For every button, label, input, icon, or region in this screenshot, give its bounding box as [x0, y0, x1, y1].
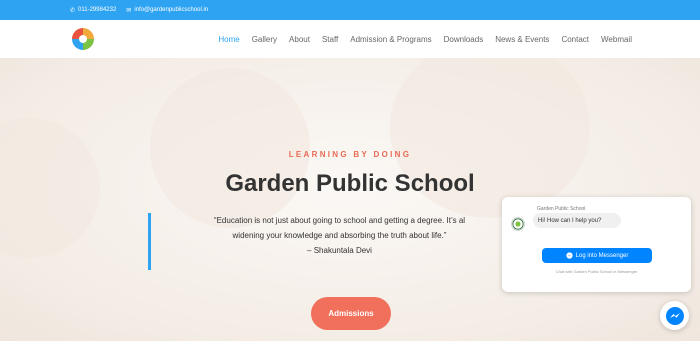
quote-line-1: “Education is not just about going to sc… [213, 216, 466, 225]
nav-contact[interactable]: Contact [561, 35, 589, 44]
messenger-icon [665, 306, 684, 325]
hero-tagline: LEARNING BY DOING [288, 150, 412, 159]
nav-downloads[interactable]: Downloads [444, 35, 484, 44]
chat-greeting-bubble: Hi! How can I help you? [533, 213, 621, 228]
nav-admission-programs[interactable]: Admission & Programs [350, 35, 431, 44]
messenger-launcher[interactable] [660, 301, 689, 330]
top-contact-bar: ✆ 011-29984232 ✉ info@gardenpublicschool… [0, 0, 700, 20]
quote-line-2: widening your knowledge and absorbing th… [232, 231, 447, 240]
school-logo[interactable] [71, 27, 95, 51]
messenger-icon [565, 252, 573, 259]
email-address: info@gardenpublicschool.in [134, 7, 209, 13]
site-header: Home Gallery About Staff Admission & Pro… [0, 20, 700, 58]
email-contact[interactable]: ✉ info@gardenpublicschool.in [126, 7, 208, 14]
background-shape [150, 68, 310, 228]
admissions-button[interactable]: Admissions [311, 297, 391, 330]
messenger-chat-widget: Garden Public School Hi! How can I help … [502, 197, 691, 292]
main-nav: Home Gallery About Staff Admission & Pro… [218, 20, 632, 58]
chat-page-name: Garden Public School [537, 206, 586, 212]
phone-contact[interactable]: ✆ 011-29984232 [70, 7, 116, 14]
nav-staff[interactable]: Staff [322, 35, 338, 44]
nav-webmail[interactable]: Webmail [601, 35, 632, 44]
chat-avatar [511, 217, 525, 231]
page-title: Garden Public School [225, 170, 475, 197]
messenger-login-label: Log into Messenger [575, 252, 629, 259]
phone-number: 011-29984232 [78, 7, 117, 13]
nav-gallery[interactable]: Gallery [252, 35, 277, 44]
nav-about[interactable]: About [289, 35, 310, 44]
email-icon: ✉ [126, 7, 132, 14]
chat-subtext: Chat with Garden Public School in Messen… [555, 269, 638, 274]
phone-icon: ✆ [70, 7, 76, 14]
messenger-login-button[interactable]: Log into Messenger [542, 248, 652, 263]
quote-author: – Shakuntala Devi [307, 246, 372, 255]
nav-home[interactable]: Home [218, 35, 239, 44]
hero-quote: “Education is not just about going to sc… [148, 213, 508, 270]
nav-news-events[interactable]: News & Events [495, 35, 549, 44]
